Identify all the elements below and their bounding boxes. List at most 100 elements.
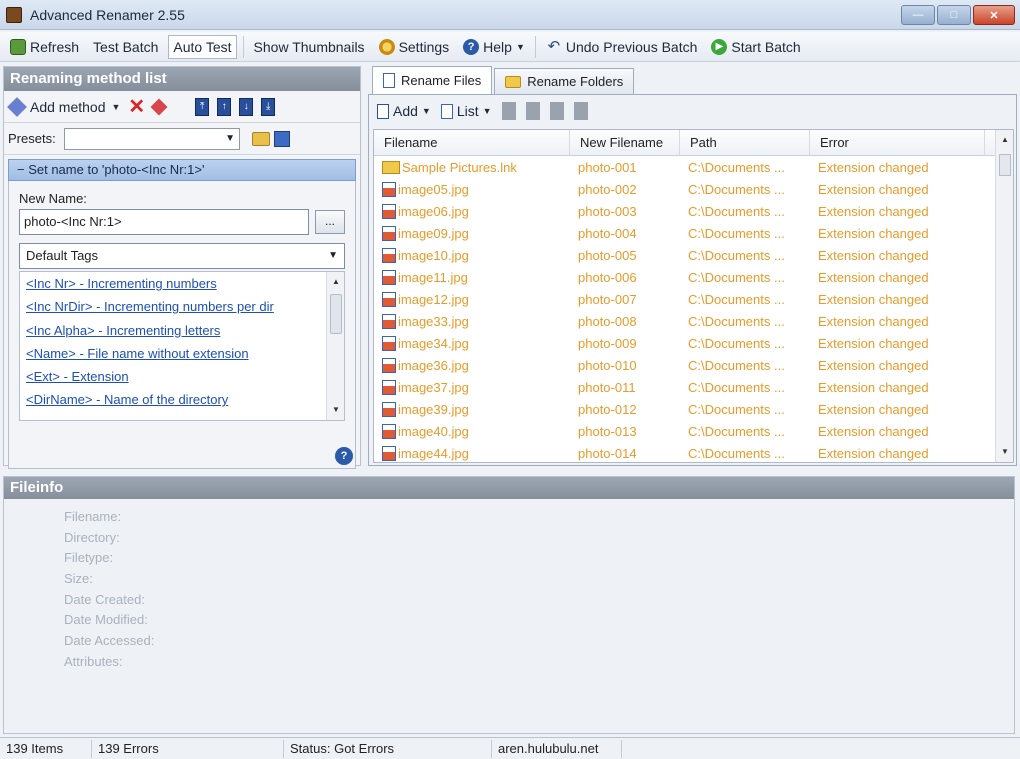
- presets-combo[interactable]: ▼: [64, 127, 240, 150]
- table-row[interactable]: image37.jpg photo-011 C:\Documents ... Exte…: [374, 376, 1013, 398]
- fileinfo-labels: Filename: Directory: Filetype: Size: Dat…: [64, 509, 154, 675]
- filename-text: image40.jpg: [398, 423, 469, 439]
- status-items: 139 Items: [0, 739, 92, 758]
- clear-methods-icon[interactable]: [150, 98, 168, 115]
- tab-rename-files[interactable]: Rename Files: [372, 66, 493, 94]
- refresh-icon: [10, 38, 26, 55]
- column-header-new-filename[interactable]: New Filename: [570, 130, 680, 155]
- tag-link[interactable]: <Name> - File name without extension: [20, 342, 312, 365]
- scroll-thumb[interactable]: [999, 154, 1011, 176]
- presets-label: Presets:: [8, 131, 56, 146]
- table-row[interactable]: image33.jpg photo-008 C:\Documents ... Exte…: [374, 310, 1013, 332]
- column-header-error[interactable]: Error: [810, 130, 985, 155]
- undo-previous-batch-button[interactable]: ↶ Undo Previous Batch: [542, 35, 702, 59]
- move-up-icon[interactable]: ↑: [217, 97, 232, 116]
- add-method-button[interactable]: Add method ▼: [7, 96, 120, 117]
- list-icon: [440, 103, 453, 119]
- tag-link[interactable]: <Inc NrDir> - Incrementing numbers per d…: [20, 295, 312, 318]
- test-batch-button[interactable]: Test Batch: [89, 35, 162, 59]
- scroll-down-icon[interactable]: ▼: [996, 444, 1013, 460]
- tag-link[interactable]: <Inc Nr> - Incrementing numbers: [20, 272, 312, 295]
- grid-rows: Sample Pictures.lnk photo-001 C:\Documents…: [374, 156, 1013, 462]
- status-site[interactable]: aren.hulubulu.net: [492, 739, 622, 758]
- image-file-icon: [382, 335, 396, 351]
- error-cell: Extension changed: [818, 313, 929, 329]
- filename-cell: image09.jpg: [374, 225, 570, 241]
- new-filename-cell: photo-011: [578, 379, 636, 395]
- table-row[interactable]: image40.jpg photo-013 C:\Documents ... Exte…: [374, 420, 1013, 442]
- start-label: Start Batch: [731, 38, 801, 55]
- chevron-down-icon: ▼: [482, 106, 492, 116]
- tags-scrollbar[interactable]: ▲ ▼: [326, 272, 344, 420]
- show-thumbnails-button[interactable]: Show Thumbnails: [250, 35, 369, 59]
- column-header-path[interactable]: Path: [680, 130, 810, 155]
- new-filename-cell: photo-008: [578, 313, 637, 329]
- filename-text: image37.jpg: [398, 379, 469, 395]
- path-cell: C:\Documents ...: [688, 379, 785, 395]
- image-file-icon: [382, 291, 396, 307]
- tab-rename-folders[interactable]: Rename Folders: [494, 68, 635, 94]
- refresh-button[interactable]: Refresh: [6, 35, 83, 59]
- filename-text: image05.jpg: [398, 181, 469, 197]
- method-help-icon[interactable]: ?: [335, 447, 353, 465]
- image-file-icon: [382, 225, 396, 241]
- table-row[interactable]: image36.jpg photo-010 C:\Documents ... Exte…: [374, 354, 1013, 376]
- table-row[interactable]: image09.jpg photo-004 C:\Documents ... Exte…: [374, 222, 1013, 244]
- presets-row: Presets: ▼: [4, 123, 360, 155]
- browse-tags-button[interactable]: ...: [315, 210, 345, 234]
- tags-combo[interactable]: Default Tags ▼: [19, 243, 345, 269]
- grid-scrollbar[interactable]: ▲ ▼: [995, 130, 1013, 462]
- path-cell: C:\Documents ...: [688, 159, 785, 175]
- delete-method-icon[interactable]: ✕: [128, 97, 145, 117]
- move-down-icon[interactable]: ↓: [239, 97, 254, 116]
- scroll-up-icon[interactable]: ▲: [327, 274, 345, 290]
- table-row[interactable]: Sample Pictures.lnk photo-001 C:\Documents…: [374, 156, 1013, 178]
- list-menu-button[interactable]: List ▼: [440, 103, 492, 119]
- open-preset-icon[interactable]: [252, 131, 270, 146]
- filename-text: image12.jpg: [398, 291, 469, 307]
- help-menu-button[interactable]: ? Help ▼: [459, 35, 529, 59]
- move-top-icon[interactable]: [501, 102, 516, 120]
- column-header-filename[interactable]: Filename: [374, 130, 570, 155]
- tab-label: Rename Files: [401, 73, 482, 88]
- title-bar[interactable]: Advanced Renamer 2.55 — □ ✕: [0, 0, 1020, 30]
- method-header[interactable]: − Set name to 'photo-<Inc Nr:1>': [8, 159, 356, 181]
- settings-button[interactable]: Settings: [375, 35, 454, 59]
- start-batch-button[interactable]: ▶ Start Batch: [707, 35, 804, 59]
- filename-text: image34.jpg: [398, 335, 469, 351]
- tag-link[interactable]: <Ext> - Extension: [20, 365, 312, 388]
- file-grid: Filename New Filename Path Error Sample …: [373, 129, 1014, 463]
- path-cell: C:\Documents ...: [688, 423, 785, 439]
- save-preset-icon[interactable]: [274, 130, 290, 147]
- window-title: Advanced Renamer 2.55: [30, 6, 185, 23]
- table-row[interactable]: image06.jpg photo-003 C:\Documents ... Exte…: [374, 200, 1013, 222]
- table-row[interactable]: image11.jpg photo-006 C:\Documents ... Exte…: [374, 266, 1013, 288]
- table-row[interactable]: image39.jpg photo-012 C:\Documents ... Exte…: [374, 398, 1013, 420]
- table-row[interactable]: image10.jpg photo-005 C:\Documents ... Exte…: [374, 244, 1013, 266]
- scroll-thumb[interactable]: [330, 294, 342, 334]
- move-bottom-icon[interactable]: ⤓: [261, 97, 276, 116]
- table-row[interactable]: image12.jpg photo-007 C:\Documents ... Exte…: [374, 288, 1013, 310]
- filename-text: image33.jpg: [398, 313, 469, 329]
- tag-link[interactable]: <Inc Alpha> - Incrementing letters: [20, 319, 312, 342]
- tag-link[interactable]: <DirName> - Name of the directory: [20, 388, 312, 411]
- maximize-button[interactable]: □: [937, 5, 971, 25]
- table-row[interactable]: image34.jpg photo-009 C:\Documents ... Exte…: [374, 332, 1013, 354]
- auto-test-toggle[interactable]: Auto Test: [168, 34, 237, 59]
- move-top-icon[interactable]: ⤒: [195, 97, 210, 116]
- move-bottom-icon[interactable]: [573, 102, 588, 120]
- table-row[interactable]: image44.jpg photo-014 C:\Documents ... Exte…: [374, 442, 1013, 462]
- scroll-up-icon[interactable]: ▲: [996, 132, 1013, 148]
- table-row[interactable]: image05.jpg photo-002 C:\Documents ... Exte…: [374, 178, 1013, 200]
- new-filename-cell: photo-004: [578, 225, 637, 241]
- filename-cell: image37.jpg: [374, 379, 570, 395]
- add-files-button[interactable]: Add ▼: [377, 103, 431, 119]
- filename-cell: image12.jpg: [374, 291, 570, 307]
- close-button[interactable]: ✕: [973, 5, 1015, 25]
- new-name-input[interactable]: photo-<Inc Nr:1>: [19, 209, 309, 235]
- move-up-icon[interactable]: [525, 102, 540, 120]
- move-down-icon[interactable]: [549, 102, 564, 120]
- method-toolbar: Add method ▼ ✕ ⤒ ↑ ↓ ⤓: [4, 91, 360, 123]
- scroll-down-icon[interactable]: ▼: [327, 402, 345, 418]
- minimize-button[interactable]: —: [901, 5, 935, 25]
